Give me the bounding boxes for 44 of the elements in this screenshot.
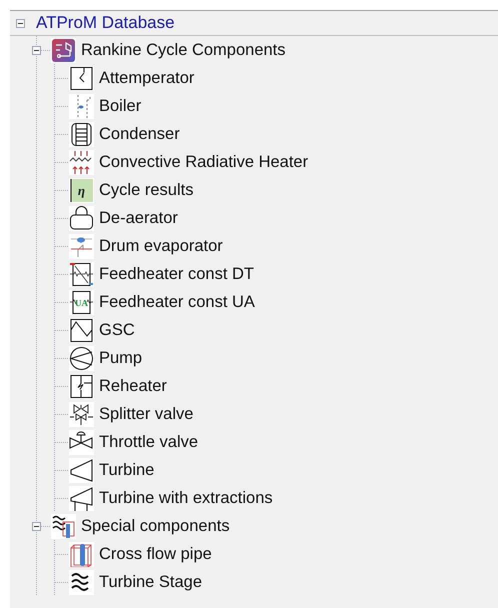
tree-root-label[interactable]: ATProM Database bbox=[36, 10, 175, 36]
tree-item[interactable]: Attemperator bbox=[99, 66, 194, 90]
tree-item[interactable]: Throttle valve bbox=[99, 430, 198, 454]
turbine-icon bbox=[69, 458, 94, 482]
tree-item[interactable]: Splitter valve bbox=[99, 402, 194, 426]
heat-exchanger-icon bbox=[69, 262, 94, 286]
tree-item[interactable]: Turbine with extractions bbox=[99, 486, 273, 510]
tree-item[interactable]: Special components bbox=[81, 514, 230, 538]
tree-item[interactable]: Feedheater const UA bbox=[99, 290, 255, 314]
tree-item[interactable]: Drum evaporator bbox=[99, 234, 223, 258]
tree-item[interactable]: Pump bbox=[99, 346, 142, 370]
boiler-diagram-icon bbox=[69, 94, 94, 118]
pipe-icon bbox=[69, 542, 94, 566]
condenser-icon bbox=[69, 122, 94, 146]
turbine-extraction-icon bbox=[69, 486, 94, 510]
splitter-valve-icon bbox=[69, 402, 94, 426]
tree-item[interactable]: De-aerator bbox=[99, 206, 178, 230]
zigzag-box-icon bbox=[69, 318, 94, 342]
tree-item[interactable]: Condenser bbox=[99, 122, 180, 146]
pump-icon bbox=[69, 346, 94, 370]
flowchart-icon bbox=[51, 38, 76, 62]
wave-cylinder-icon bbox=[51, 514, 76, 538]
collapse-toggle[interactable] bbox=[32, 46, 40, 54]
tree-item[interactable]: Feedheater const DT bbox=[99, 262, 254, 286]
heater-arrows-icon bbox=[69, 150, 94, 174]
greek-letter-icon: η bbox=[69, 178, 94, 202]
wave-icon bbox=[69, 570, 94, 594]
tree-item[interactable]: Rankine Cycle Components bbox=[81, 38, 286, 62]
tree-item[interactable]: Reheater bbox=[99, 374, 167, 398]
drum-icon bbox=[69, 234, 94, 258]
heat-exchanger-icon: UA bbox=[69, 290, 94, 314]
tree-item[interactable]: Cross flow pipe bbox=[99, 542, 212, 566]
bracket-box-icon bbox=[69, 66, 94, 90]
collapse-toggle[interactable] bbox=[32, 522, 40, 530]
tree-item[interactable]: Turbine bbox=[99, 458, 154, 482]
collapse-toggle[interactable] bbox=[16, 18, 24, 28]
tree-item[interactable]: Turbine Stage bbox=[99, 570, 202, 594]
valve-icon bbox=[69, 430, 94, 454]
tree-item[interactable]: Convective Radiative Heater bbox=[99, 150, 308, 174]
tank-icon bbox=[69, 206, 94, 230]
tree-item[interactable]: GSC bbox=[99, 318, 135, 342]
tree-item[interactable]: Cycle results bbox=[99, 178, 194, 202]
reheater-icon bbox=[69, 374, 94, 398]
tree-item[interactable]: Boiler bbox=[99, 94, 142, 118]
